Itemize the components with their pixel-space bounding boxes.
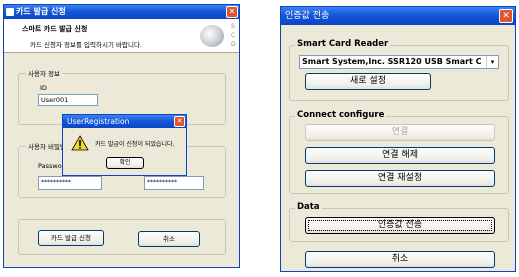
header-title: 스마트 카드 발급 신청 <box>22 25 88 33</box>
disconnect-button[interactable]: 연결 해제 <box>305 147 495 164</box>
reader-select-value: Smart System,Inc. SSR120 USB Smart C <box>302 57 482 66</box>
auth-send-window: 인증값 전송 ✕ Smart Card Reader Smart System,… <box>280 6 516 272</box>
send-auth-button[interactable]: 인증값 전송 <box>305 217 495 234</box>
dialog-close-button[interactable]: ✕ <box>174 116 185 127</box>
right-cancel-button[interactable]: 취소 <box>305 251 495 268</box>
dialog-message: 카드 발급이 신청이 되었습니다. <box>95 141 175 148</box>
close-button[interactable]: ✕ <box>226 6 238 18</box>
right-close-button[interactable]: ✕ <box>499 9 513 23</box>
cancel-button[interactable]: 취소 <box>138 231 200 247</box>
apply-card-button[interactable]: 카드 발급 신청 <box>38 230 104 246</box>
password-confirm-input[interactable]: ********** <box>144 176 204 190</box>
connect-button[interactable]: 연결 <box>305 124 495 141</box>
reader-select[interactable]: Smart System,Inc. SSR120 USB Smart C ▾ <box>299 55 499 69</box>
reconnect-button[interactable]: 연결 재설정 <box>305 170 495 187</box>
right-window-title: 인증값 전송 <box>285 11 330 21</box>
smart-card-reader-legend: Smart Card Reader <box>295 39 391 49</box>
dialog-title-bar[interactable]: UserRegistration ✕ <box>63 115 186 128</box>
data-legend: Data <box>295 202 322 212</box>
password-label: Passwo <box>38 162 62 170</box>
window-title: 카드 발급 신청 <box>16 7 66 16</box>
title-bar[interactable]: 카드 발급 신청 ✕ <box>4 5 239 19</box>
user-info-legend: 사용자 정보 <box>26 68 62 78</box>
header-subtitle: 카드 신청자 정보를 입력하시기 바랍니다. <box>30 41 142 49</box>
warning-icon <box>71 135 89 151</box>
header-panel: 스마트 카드 발급 신청 카드 신청자 정보를 입력하시기 바랍니다. SCD <box>4 19 239 53</box>
ok-button[interactable]: 확인 <box>106 157 144 169</box>
right-title-bar[interactable]: 인증값 전송 ✕ <box>281 7 515 25</box>
chevron-down-icon[interactable]: ▾ <box>486 56 498 68</box>
registration-dialog: UserRegistration ✕ 카드 발급이 신청이 되었습니다. 확인 <box>62 114 187 176</box>
connect-configure-legend: Connect configure <box>295 110 387 120</box>
password-input[interactable]: ********** <box>38 176 102 190</box>
app-icon <box>6 8 14 16</box>
id-label: ID <box>40 84 47 92</box>
id-input[interactable]: User001 <box>38 94 98 106</box>
logo-text: SCD <box>231 23 236 48</box>
dialog-title: UserRegistration <box>67 117 130 126</box>
card-reader-logo-icon <box>200 25 224 47</box>
refresh-button[interactable]: 새로 설정 <box>305 73 431 90</box>
